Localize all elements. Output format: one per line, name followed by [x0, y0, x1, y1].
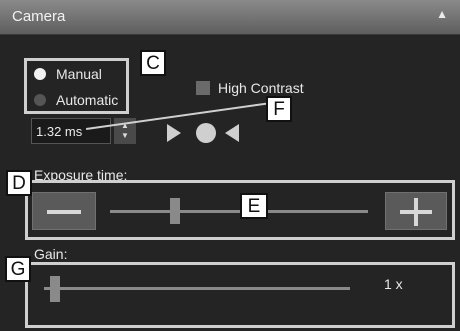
gain-highlight-box	[25, 262, 455, 328]
high-contrast-checkbox[interactable]: High Contrast	[196, 80, 304, 96]
mode-highlight-box	[24, 58, 129, 114]
chevron-up-icon[interactable]: ▲	[436, 7, 448, 21]
callout-g: G	[5, 256, 31, 282]
callout-f: F	[266, 96, 292, 122]
spin-down-icon[interactable]: ▼	[121, 131, 129, 141]
panel-title: Camera	[12, 8, 66, 25]
checkbox-icon	[196, 81, 210, 95]
gain-label: Gain:	[34, 246, 68, 262]
high-contrast-label: High Contrast	[218, 80, 304, 96]
circle-icon[interactable]	[196, 123, 216, 143]
exposure-value-field[interactable]: 1.32 ms	[31, 118, 111, 144]
panel-title-bar[interactable]: Camera ▲	[0, 0, 460, 35]
play-left-icon[interactable]	[225, 124, 239, 142]
callout-e: E	[240, 193, 268, 219]
play-right-icon[interactable]	[167, 124, 181, 142]
callout-d: D	[6, 170, 32, 196]
callout-c: C	[140, 50, 166, 76]
